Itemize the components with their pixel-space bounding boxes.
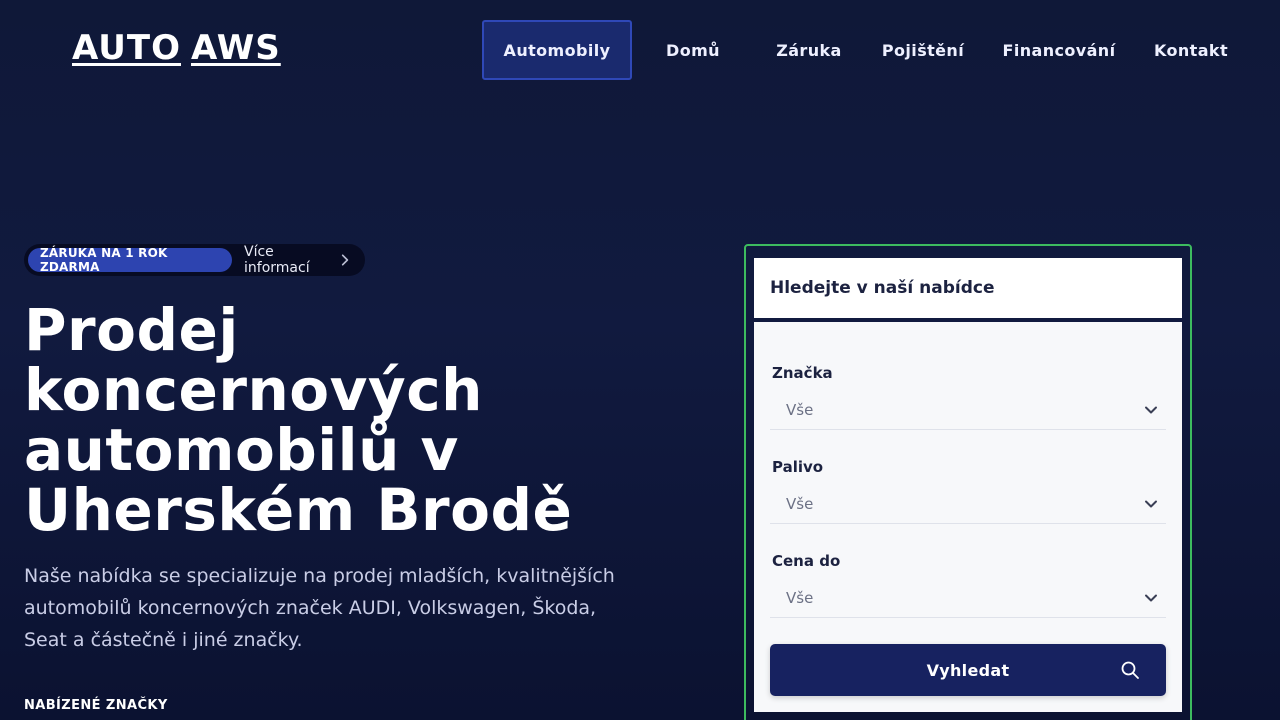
logo[interactable]: AUTO AWS xyxy=(72,28,281,68)
chevron-down-icon xyxy=(1145,500,1157,508)
price-select[interactable]: Vše xyxy=(770,578,1166,618)
fuel-select-value: Vše xyxy=(786,494,814,513)
price-select-value: Vše xyxy=(786,588,814,607)
price-label: Cena do xyxy=(772,552,841,570)
nav-item-zaruka[interactable]: Záruka xyxy=(754,20,864,80)
brand-select-value: Vše xyxy=(786,400,814,419)
main-nav: Automobily Domů Záruka Pojištění Financo… xyxy=(482,20,1246,80)
warranty-badge[interactable]: ZÁRUKA NA 1 ROK ZDARMA Více informací xyxy=(24,244,365,276)
brand-select[interactable]: Vše xyxy=(770,390,1166,430)
chevron-down-icon xyxy=(1145,594,1157,602)
offered-brands-label: NABÍZENÉ ZNAČKY xyxy=(24,698,168,713)
nav-item-domu[interactable]: Domů xyxy=(632,20,754,80)
search-button-label: Vyhledat xyxy=(926,660,1010,680)
brand-field: Značka Vše xyxy=(770,364,1166,430)
brand-label: Značka xyxy=(772,364,833,382)
nav-item-financovani[interactable]: Financování xyxy=(982,20,1136,80)
search-form: Značka Vše Palivo Vše Cena do Vše Vyhled… xyxy=(754,322,1182,712)
price-field: Cena do Vše xyxy=(770,552,1166,618)
fuel-field: Palivo Vše xyxy=(770,458,1166,524)
fuel-label: Palivo xyxy=(772,458,824,476)
hero-description: Naše nabídka se specializuje na prodej m… xyxy=(24,565,615,651)
chevron-down-icon xyxy=(1145,406,1157,414)
page: AUTO AWS Automobily Domů Záruka Pojištění… xyxy=(0,0,1280,720)
logo-part-aws: AWS xyxy=(190,28,281,68)
nav-item-kontakt[interactable]: Kontakt xyxy=(1136,20,1246,80)
nav-item-pojisteni[interactable]: Pojištění xyxy=(864,20,982,80)
nav-item-automobily[interactable]: Automobily xyxy=(482,20,632,80)
search-button[interactable]: Vyhledat xyxy=(770,644,1166,696)
search-icon xyxy=(1121,661,1139,679)
more-info-link[interactable]: Více informací xyxy=(244,244,338,276)
search-card-title: Hledejte v naší nabídce xyxy=(754,258,1182,318)
warranty-pill: ZÁRUKA NA 1 ROK ZDARMA xyxy=(28,246,233,274)
logo-part-auto: AUTO xyxy=(72,28,181,68)
hero-title: Prodej koncernových automobilů v Uherské… xyxy=(24,296,573,544)
fuel-select[interactable]: Vše xyxy=(770,484,1166,524)
chevron-right-icon xyxy=(341,254,349,266)
